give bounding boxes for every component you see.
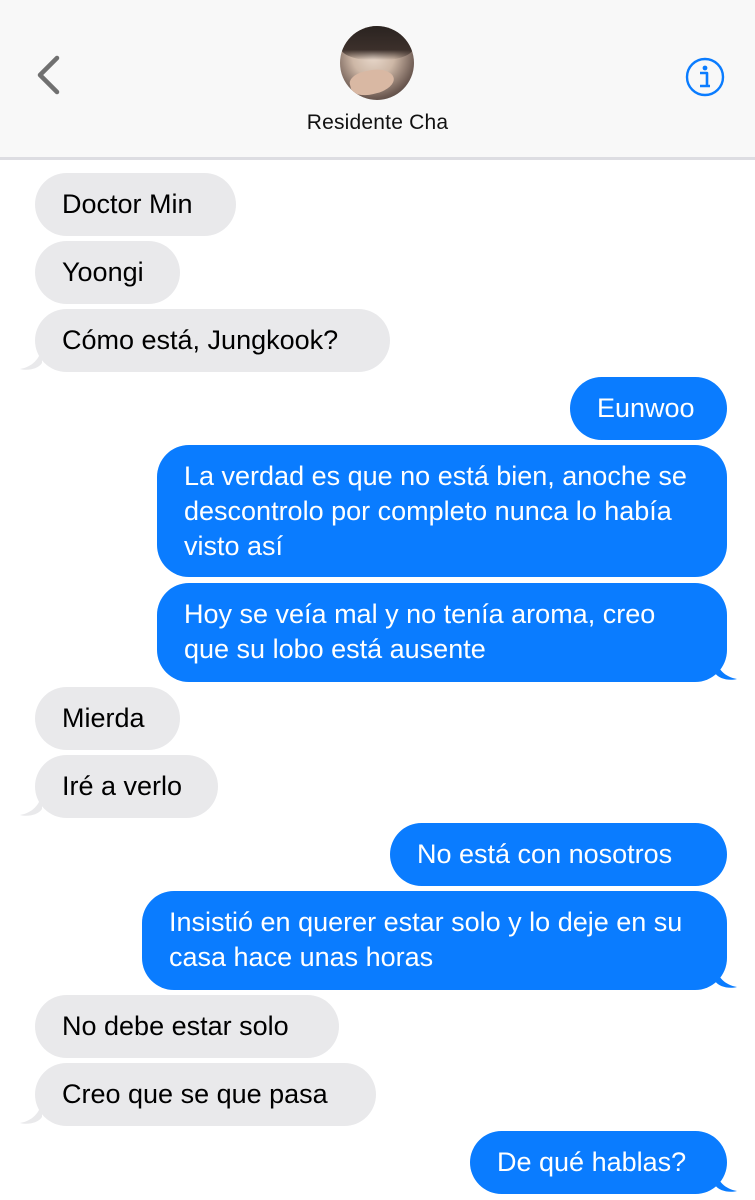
message-bubble-incoming[interactable]: Cómo está, Jungkook? [35,309,390,372]
avatar[interactable] [340,26,414,100]
bubble-tail [715,1169,737,1192]
bubble-tail [715,657,737,680]
chevron-left-icon[interactable] [30,50,66,100]
conversation-header: Residente Cha [0,0,755,160]
bubble-tail [715,965,737,988]
message-bubble-outgoing[interactable]: Hoy se veía mal y no tenía aroma, creo q… [157,583,727,682]
message-bubble-outgoing[interactable]: Eunwoo [570,377,727,440]
message-bubble-incoming[interactable]: Yoongi [35,241,180,304]
info-icon[interactable] [685,57,725,97]
contact-name[interactable]: Residente Cha [0,111,755,135]
message-bubble-incoming[interactable]: Iré a verlo [35,755,218,818]
bubble-tail [20,347,42,370]
message-bubble-incoming[interactable]: Mierda [35,687,180,750]
message-bubble-incoming[interactable]: Creo que se que pasa [35,1063,376,1126]
message-bubble-outgoing[interactable]: La verdad es que no está bien, anoche se… [157,445,727,577]
message-bubble-outgoing[interactable]: Insistió en querer estar solo y lo deje … [142,891,727,990]
message-thread[interactable]: Doctor Min Yoongi Cómo está, Jungkook? E… [0,163,755,1200]
message-bubble-outgoing[interactable]: No está con nosotros [390,823,727,886]
bubble-tail [20,793,42,816]
bubble-tail [20,1101,42,1124]
message-bubble-outgoing[interactable]: De qué hablas? [470,1131,727,1194]
message-bubble-incoming[interactable]: Doctor Min [35,173,236,236]
message-bubble-incoming[interactable]: No debe estar solo [35,995,339,1058]
